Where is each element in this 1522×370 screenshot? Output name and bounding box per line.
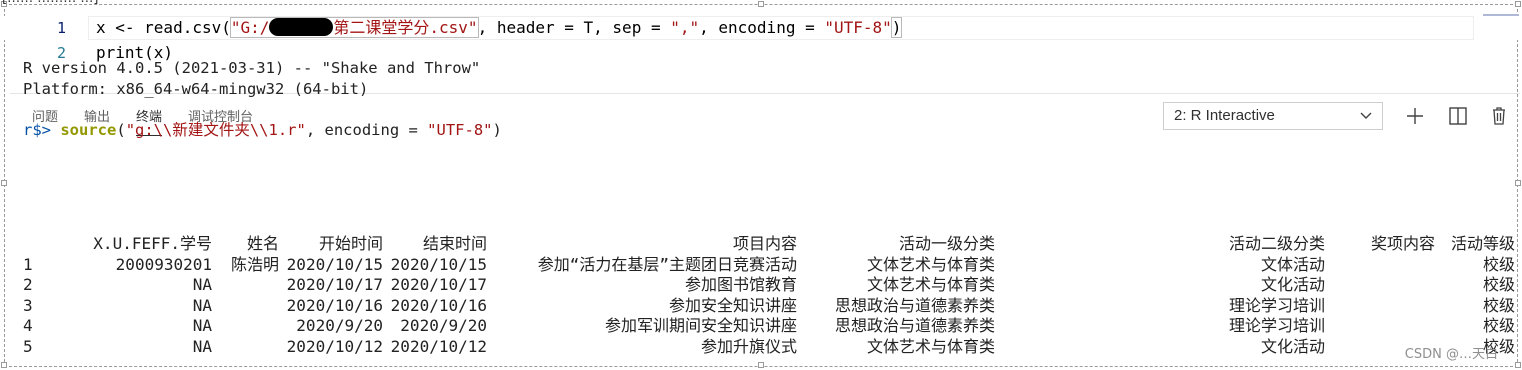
table-row: 3 NA 2020/10/16 2020/10/16 参加安全知识讲座 思想政治与道德素养… [23, 295, 1515, 315]
column-header: 开始时间 [318, 234, 383, 253]
resize-handle[interactable] [1, 362, 7, 368]
resize-handle[interactable] [1, 180, 7, 186]
trash-icon[interactable] [1487, 104, 1511, 128]
platform-line: Platform: x86_64-w64-mingw32 (64-bit) [23, 79, 369, 98]
column-header: 奖项内容 [1370, 234, 1435, 253]
column-header: X.U.FEFF.学号 [93, 234, 212, 253]
redaction-mark [269, 18, 334, 36]
resize-handle[interactable] [758, 1, 764, 7]
table-header-row: X.U.FEFF.学号 姓名 开始时间 结束时间 项目内容 活动一级分类 活动二… [23, 234, 1515, 255]
data-frame-output: X.U.FEFF.学号 姓名 开始时间 结束时间 项目内容 活动一级分类 活动二… [23, 234, 1515, 357]
column-header: 活动一级分类 [898, 234, 995, 253]
resize-handle[interactable] [1515, 1, 1521, 7]
code-line[interactable]: x <- read.csv("G:/第二课堂学分.csv", header = … [96, 16, 903, 40]
command-encoding: "UTF-8" [427, 120, 493, 139]
terminal-select-value: 2: R Interactive [1174, 107, 1275, 124]
plus-icon[interactable] [1403, 104, 1427, 128]
table-row: 4 NA 2020/9/20 2020/9/20 参加军训期间安全知识讲座 思想政治与道德… [23, 316, 1515, 335]
column-header: 结束时间 [422, 234, 487, 253]
command-path: "g:\\新建文件夹\\1.r" [125, 120, 306, 139]
chevron-down-icon [1360, 103, 1372, 138]
column-header: 项目内容 [732, 234, 797, 253]
editor-line-1[interactable]: 1 x <- read.csv("G:/第二课堂学分.csv", header … [0, 16, 1522, 40]
column-header [23, 234, 59, 255]
table-row: 2 NA 2020/10/17 2020/10/17 参加图书馆教育 文体艺术与体育类 文化… [23, 275, 1515, 294]
table-row: 5 NA 2020/10/12 2020/10/12 参加升旗仪式 文体艺术与体育类 文化活… [23, 336, 1515, 356]
terminal-select[interactable]: 2: R Interactive [1163, 102, 1383, 130]
line-number: 1 [56, 19, 66, 37]
command-function: source [60, 120, 117, 139]
terminal-output[interactable]: R version 4.0.5 (2021-03-31) -- "Shake a… [23, 58, 502, 140]
string-literal: "G:/第二课堂学分.csv" [229, 17, 479, 38]
column-header: 活动等级 [1450, 234, 1515, 253]
column-header: 活动二级分类 [1228, 234, 1325, 253]
watermark: CSDN @…天白 [1404, 347, 1498, 362]
split-icon[interactable] [1446, 104, 1470, 128]
r-version-line: R version 4.0.5 (2021-03-31) -- "Shake a… [23, 59, 481, 77]
column-header: 姓名 [246, 234, 279, 253]
terminal-prompt: r$> [23, 120, 51, 139]
cropped-window-title: [……·………·…] [2, 0, 98, 6]
table-row: 1 2000930201 陈浩明 2020/10/15 2020/10/15 参加“活力在… [23, 254, 1515, 274]
